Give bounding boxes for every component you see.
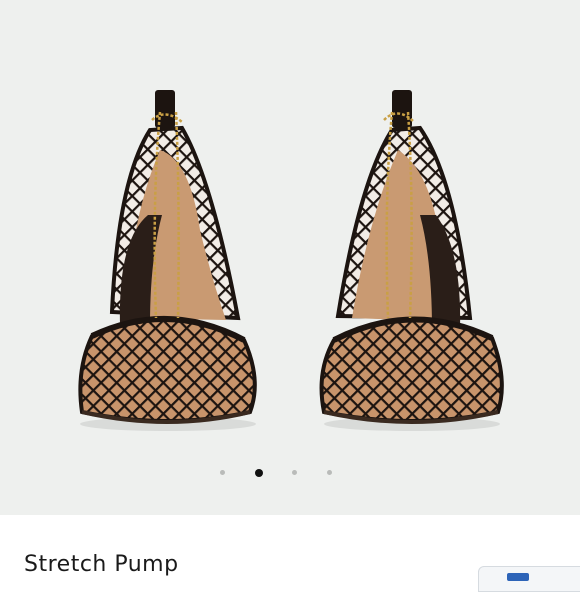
carousel-pagination — [0, 465, 580, 481]
product-image[interactable] — [0, 0, 580, 450]
right-shoe — [319, 90, 504, 424]
product-title: Stretch Pump — [24, 552, 179, 577]
left-shoe — [78, 90, 257, 424]
chat-widget-button[interactable] — [478, 566, 580, 592]
product-image-gallery[interactable] — [0, 0, 580, 515]
carousel-dot-3[interactable] — [292, 470, 297, 475]
carousel-dot-4[interactable] — [327, 470, 332, 475]
carousel-dot-1[interactable] — [220, 470, 225, 475]
carousel-dot-2-active[interactable] — [255, 469, 263, 477]
